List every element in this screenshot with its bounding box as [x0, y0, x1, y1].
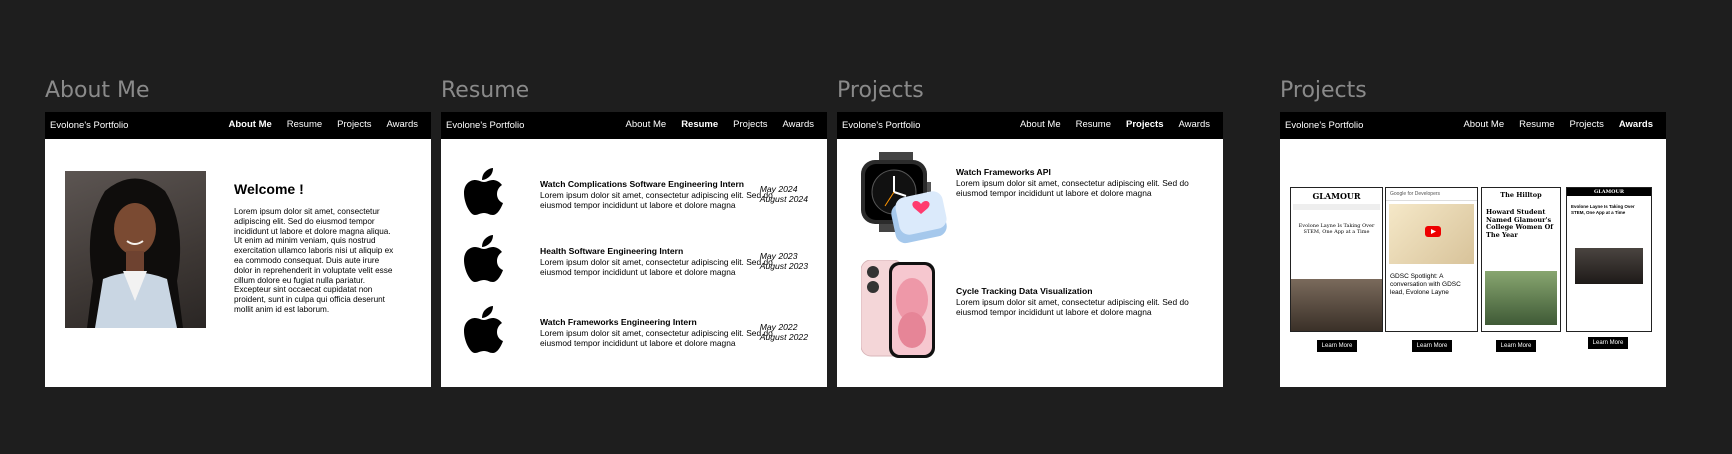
- youtube-play-icon: [1425, 226, 1441, 237]
- nav-projects[interactable]: Projects: [733, 119, 767, 130]
- award-headline: Evolone Layne Is Taking Over STEM, One A…: [1571, 204, 1635, 215]
- learn-more-button[interactable]: Learn More: [1496, 340, 1536, 352]
- nav-about[interactable]: About Me: [229, 119, 272, 130]
- nav-resume[interactable]: Resume: [1519, 119, 1554, 130]
- learn-more-button[interactable]: Learn More: [1412, 340, 1452, 352]
- job-dates: May 2023 August 2023: [760, 251, 808, 271]
- job-start: May 2024: [759, 184, 798, 194]
- award-headline: Evolone Layne Is Taking Over STEM, One A…: [1298, 223, 1375, 235]
- nav-projects[interactable]: Projects: [1570, 119, 1604, 130]
- award-headline: GDSC Spotlight: A conversation with GDSC…: [1390, 273, 1461, 296]
- job-end: August 2023: [759, 261, 808, 271]
- nav-awards[interactable]: Awards: [1178, 119, 1210, 130]
- navbar: Evolone's Portfolio About Me Resume Proj…: [441, 112, 827, 139]
- job-description: Lorem ipsum dolor sit amet, consectetur …: [540, 328, 773, 348]
- award-source: Google for Developers: [1386, 188, 1477, 201]
- award-card[interactable]: Google for Developers GDSC Spotlight: A …: [1385, 187, 1478, 332]
- project-description: Lorem ipsum dolor sit amet, consectetur …: [956, 178, 1189, 198]
- award-card[interactable]: GLAMOUR Evolone Layne Is Taking Over STE…: [1566, 187, 1652, 332]
- job-title: Watch Complications Software Engineering…: [540, 179, 745, 189]
- job-entry: Watch Complications Software Engineering…: [463, 167, 813, 227]
- brand-link[interactable]: Evolone's Portfolio: [50, 120, 128, 131]
- apple-logo-icon: [464, 168, 503, 215]
- resume-frame: Evolone's Portfolio About Me Resume Proj…: [441, 112, 827, 387]
- project-description: Lorem ipsum dolor sit amet, consectetur …: [956, 297, 1189, 317]
- frame-label-about: About Me: [45, 78, 150, 103]
- job-description: Lorem ipsum dolor sit amet, consectetur …: [540, 257, 773, 277]
- nav-about[interactable]: About Me: [1463, 119, 1504, 130]
- nav-about[interactable]: About Me: [626, 119, 667, 130]
- navbar: Evolone's Portfolio About Me Resume Proj…: [837, 112, 1223, 139]
- apple-logo-icon: [464, 306, 503, 353]
- nav-resume[interactable]: Resume: [1076, 119, 1111, 130]
- job-title: Health Software Engineering Intern: [540, 246, 684, 256]
- award-video: [1389, 204, 1474, 264]
- nav-projects[interactable]: Projects: [1126, 119, 1164, 130]
- award-headline: Howard Student Named Glamour's College W…: [1486, 208, 1554, 239]
- frame-label-resume: Resume: [441, 78, 530, 103]
- job-dates: May 2024 August 2024: [760, 184, 808, 204]
- learn-more-button[interactable]: Learn More: [1588, 337, 1628, 349]
- nav-awards[interactable]: Awards: [782, 119, 814, 130]
- job-end: August 2022: [759, 332, 808, 342]
- job-entry: Watch Frameworks Engineering Intern Lore…: [463, 305, 813, 365]
- job-title: Watch Frameworks Engineering Intern: [540, 317, 697, 327]
- apple-logo-icon: [464, 235, 503, 282]
- awards-frame: Evolone's Portfolio About Me Resume Proj…: [1280, 112, 1666, 387]
- nav-projects[interactable]: Projects: [337, 119, 371, 130]
- nav-awards[interactable]: Awards: [1619, 119, 1653, 130]
- award-nav-bar: [1293, 204, 1380, 210]
- iphone-image: [861, 260, 935, 358]
- project-title: Watch Frameworks API: [956, 167, 1051, 177]
- award-photo: [1575, 248, 1643, 284]
- job-description: Lorem ipsum dolor sit amet, consectetur …: [540, 190, 773, 210]
- welcome-heading: Welcome !: [234, 181, 304, 197]
- award-photo: [1291, 279, 1382, 331]
- profile-photo: [65, 171, 206, 328]
- award-source: GLAMOUR: [1312, 191, 1361, 201]
- brand-link[interactable]: Evolone's Portfolio: [446, 120, 524, 131]
- award-photo: [1485, 271, 1557, 325]
- job-end: August 2024: [759, 194, 808, 204]
- award-card[interactable]: GLAMOUR Evolone Layne Is Taking Over STE…: [1290, 187, 1383, 332]
- brand-link[interactable]: Evolone's Portfolio: [842, 120, 920, 131]
- nav-resume[interactable]: Resume: [681, 119, 718, 130]
- job-start: May 2022: [759, 322, 798, 332]
- apple-watch-image: [861, 152, 947, 244]
- brand-link[interactable]: Evolone's Portfolio: [1285, 120, 1363, 131]
- job-entry: Health Software Engineering Intern Lorem…: [463, 234, 813, 294]
- navbar: Evolone's Portfolio About Me Resume Proj…: [45, 112, 431, 139]
- navbar: Evolone's Portfolio About Me Resume Proj…: [1280, 112, 1666, 139]
- project-title: Cycle Tracking Data Visualization: [956, 286, 1093, 296]
- job-dates: May 2022 August 2022: [760, 322, 808, 342]
- nav-about[interactable]: About Me: [1020, 119, 1061, 130]
- frame-label-awards: Projects: [1280, 78, 1367, 103]
- award-source: GLAMOUR: [1567, 188, 1651, 196]
- award-source: The Hilltop: [1500, 191, 1542, 199]
- frame-label-projects: Projects: [837, 78, 924, 103]
- job-start: May 2023: [759, 251, 798, 261]
- learn-more-button[interactable]: Learn More: [1317, 340, 1357, 352]
- projects-frame: Evolone's Portfolio About Me Resume Proj…: [837, 112, 1223, 387]
- award-card[interactable]: The Hilltop Howard Student Named Glamour…: [1481, 187, 1561, 332]
- nav-awards[interactable]: Awards: [386, 119, 418, 130]
- about-frame: Evolone's Portfolio About Me Resume Proj…: [45, 112, 431, 387]
- about-body-text: Lorem ipsum dolor sit amet, consectetur …: [234, 207, 394, 314]
- nav-resume[interactable]: Resume: [287, 119, 322, 130]
